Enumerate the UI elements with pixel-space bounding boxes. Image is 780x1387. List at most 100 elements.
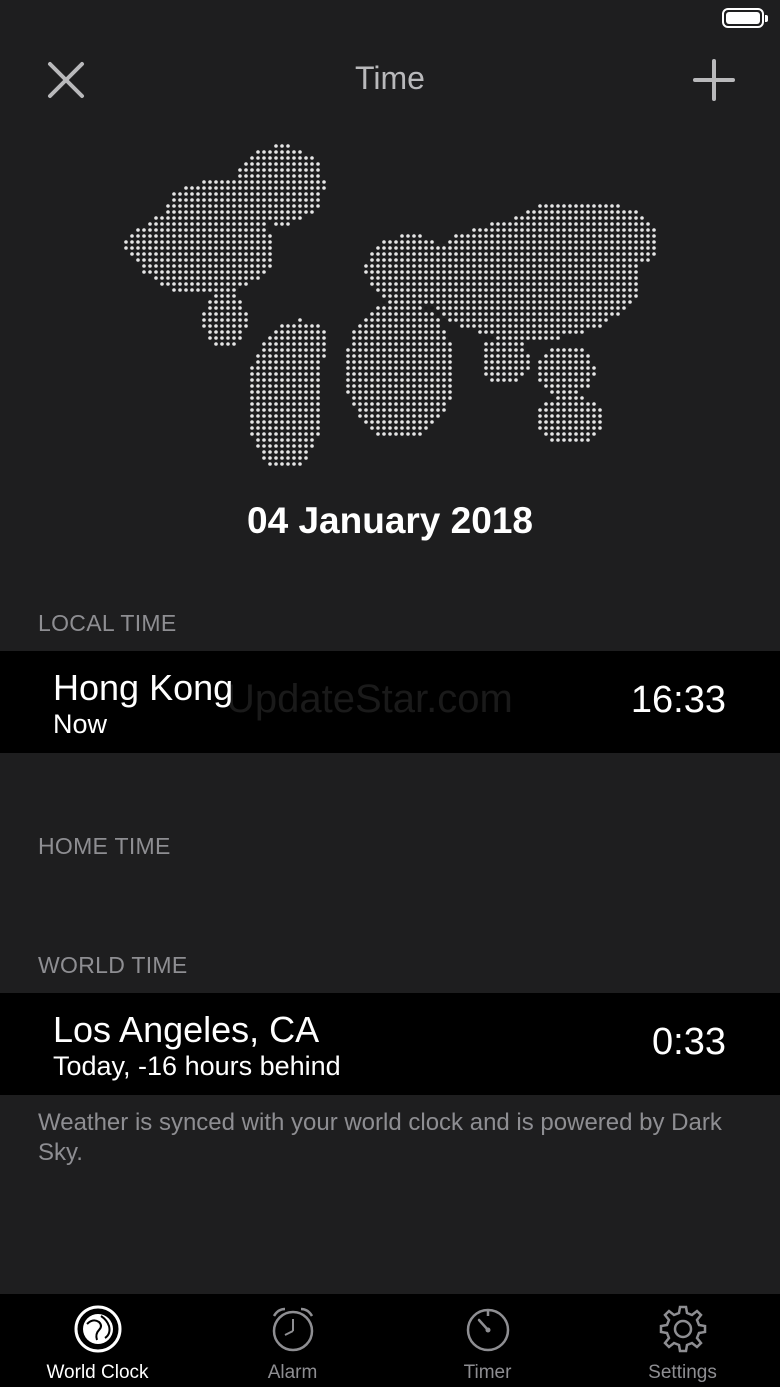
map-dot <box>136 252 140 256</box>
map-dot <box>436 354 440 358</box>
map-dot <box>394 384 398 388</box>
map-dot <box>556 288 560 292</box>
map-dot <box>436 300 440 304</box>
map-dot <box>292 204 296 208</box>
map-dot <box>310 372 314 376</box>
map-dot <box>544 420 548 424</box>
map-dot <box>502 246 506 250</box>
map-dot <box>466 252 470 256</box>
map-dot <box>574 432 578 436</box>
map-dot <box>250 420 254 424</box>
map-dot <box>604 240 608 244</box>
tab-timer[interactable]: Timer <box>390 1294 585 1387</box>
map-dot <box>310 168 314 172</box>
map-dot <box>508 264 512 268</box>
map-dot <box>196 264 200 268</box>
map-dot <box>508 348 512 352</box>
map-dot <box>202 270 206 274</box>
map-dot <box>262 378 266 382</box>
map-dot <box>280 336 284 340</box>
map-dot <box>514 348 518 352</box>
map-dot <box>268 264 272 268</box>
map-dot <box>400 426 404 430</box>
map-dot <box>370 420 374 424</box>
tab-world-clock[interactable]: World Clock <box>0 1294 195 1387</box>
map-dot <box>166 210 170 214</box>
map-dot <box>568 378 572 382</box>
map-dot <box>442 246 446 250</box>
map-dot <box>424 348 428 352</box>
map-dot <box>580 294 584 298</box>
local-time-row[interactable]: UpdateStar.com Hong Kong Now 16:33 <box>0 651 780 753</box>
map-dot <box>562 360 566 364</box>
map-dot <box>514 282 518 286</box>
map-dot <box>562 240 566 244</box>
map-dot <box>490 354 494 358</box>
globe-icon <box>74 1305 121 1353</box>
tab-settings[interactable]: Settings <box>585 1294 780 1387</box>
map-dot <box>154 228 158 232</box>
map-dot <box>226 234 230 238</box>
map-dot <box>220 288 224 292</box>
map-dot <box>370 324 374 328</box>
map-dot <box>592 420 596 424</box>
map-dot <box>586 426 590 430</box>
map-dot <box>490 360 494 364</box>
map-dot <box>616 312 620 316</box>
map-dot <box>394 426 398 430</box>
map-dot <box>286 210 290 214</box>
map-dot <box>430 318 434 322</box>
map-dot <box>526 318 530 322</box>
map-dot <box>286 330 290 334</box>
map-dot <box>388 378 392 382</box>
map-dot <box>238 264 242 268</box>
map-dot <box>604 222 608 226</box>
map-dot <box>256 264 260 268</box>
map-dot <box>262 174 266 178</box>
map-dot <box>286 144 290 148</box>
map-dot <box>460 312 464 316</box>
map-dot <box>562 252 566 256</box>
map-dot <box>274 384 278 388</box>
map-dot <box>376 348 380 352</box>
map-dot <box>562 402 566 406</box>
map-dot <box>496 354 500 358</box>
map-dot <box>592 222 596 226</box>
map-dot <box>172 282 176 286</box>
map-dot <box>418 408 422 412</box>
add-city-button[interactable] <box>686 52 742 108</box>
map-dot <box>226 306 230 310</box>
map-dot <box>268 258 272 262</box>
map-dot <box>280 186 284 190</box>
map-dot <box>526 258 530 262</box>
map-dot <box>376 396 380 400</box>
map-dot <box>562 432 566 436</box>
map-dot <box>148 258 152 262</box>
map-dot <box>484 360 488 364</box>
map-dot <box>634 276 638 280</box>
map-dot <box>430 336 434 340</box>
map-dot <box>556 246 560 250</box>
map-dot <box>214 234 218 238</box>
map-dot <box>388 336 392 340</box>
map-dot <box>544 426 548 430</box>
map-dot <box>292 198 296 202</box>
map-dot <box>580 210 584 214</box>
map-dot <box>418 348 422 352</box>
map-dot <box>490 372 494 376</box>
map-dot <box>520 330 524 334</box>
map-dot <box>580 378 584 382</box>
map-dot <box>610 228 614 232</box>
map-dot <box>208 318 212 322</box>
world-time-row[interactable]: Los Angeles, CA Today, -16 hours behind … <box>0 993 780 1095</box>
map-dot <box>628 222 632 226</box>
tab-alarm[interactable]: Alarm <box>195 1294 390 1387</box>
map-dot <box>490 234 494 238</box>
map-dot <box>298 150 302 154</box>
map-dot <box>454 282 458 286</box>
map-dot <box>220 336 224 340</box>
map-dot <box>586 276 590 280</box>
map-dot <box>274 408 278 412</box>
map-dot <box>634 216 638 220</box>
map-dot <box>526 288 530 292</box>
